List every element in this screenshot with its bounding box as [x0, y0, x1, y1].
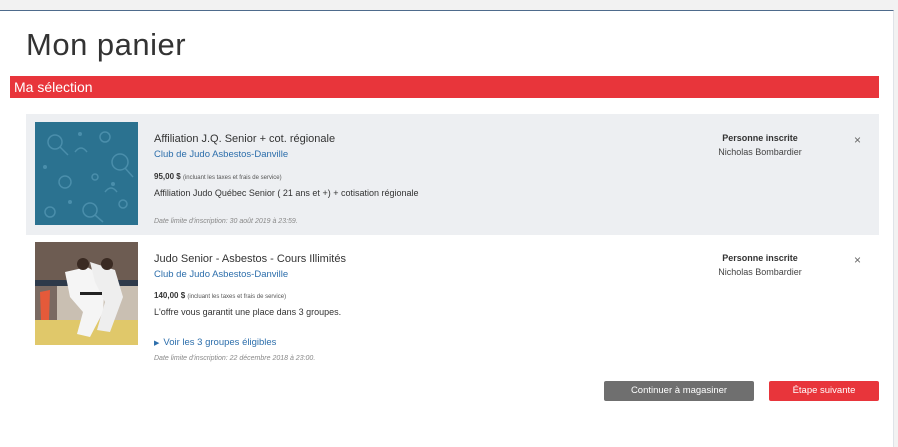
registration-deadline: Date limite d'inscription: 30 août 2019 …: [154, 218, 298, 225]
registered-person-label: Personne inscrite: [722, 253, 798, 263]
triangle-right-icon: ▶: [154, 340, 160, 347]
item-price: 140,00 $ (incluant les taxes et frais de…: [154, 291, 286, 300]
product-thumbnail: [35, 122, 138, 225]
close-icon[interactable]: ×: [854, 133, 861, 147]
item-name: Judo Senior - Asbestos - Cours Illimités: [154, 253, 346, 265]
price-value: 95,00 $: [154, 172, 181, 181]
registration-deadline: Date limite d'inscription: 22 décembre 2…: [154, 355, 316, 362]
registered-person-label: Personne inscrite: [722, 133, 798, 143]
continue-shopping-button[interactable]: Continuer à magasiner: [604, 381, 754, 401]
price-value: 140,00 $: [154, 291, 186, 300]
item-name: Affiliation J.Q. Senior + cot. régionale: [154, 133, 336, 145]
registered-person-name: Nicholas Bombardier: [718, 267, 802, 277]
cart-item: Affiliation J.Q. Senior + cot. régionale…: [26, 114, 879, 235]
price-note: (incluant les taxes et frais de service): [182, 175, 282, 181]
page-title: Mon panier: [26, 27, 187, 62]
view-groups-label: Voir les 3 groupes éligibles: [163, 337, 277, 348]
item-price: 95,00 $ (incluant les taxes et frais de …: [154, 172, 282, 181]
view-groups-link[interactable]: ▶ Voir les 3 groupes éligibles: [154, 337, 276, 348]
section-header: Ma sélection: [10, 76, 879, 98]
registered-person: Personne inscrite Nicholas Bombardier: [695, 253, 825, 277]
item-description: Affiliation Judo Québec Senior ( 21 ans …: [154, 188, 419, 198]
registered-person-name: Nicholas Bombardier: [718, 147, 802, 157]
club-link[interactable]: Club de Judo Asbestos-Danville: [154, 269, 288, 280]
cart-item: Judo Senior - Asbestos - Cours Illimités…: [26, 239, 879, 369]
next-step-button[interactable]: Étape suivante: [769, 381, 879, 401]
item-description: L'offre vous garantit une place dans 3 g…: [154, 307, 342, 317]
cart-panel: Mon panier Ma sélection Affiliation J.Q.…: [0, 10, 894, 447]
registered-person: Personne inscrite Nicholas Bombardier: [695, 133, 825, 157]
product-thumbnail: [35, 242, 138, 345]
close-icon[interactable]: ×: [854, 253, 861, 267]
price-note: (incluant les taxes et frais de service): [187, 294, 287, 300]
club-link[interactable]: Club de Judo Asbestos-Danville: [154, 149, 288, 160]
